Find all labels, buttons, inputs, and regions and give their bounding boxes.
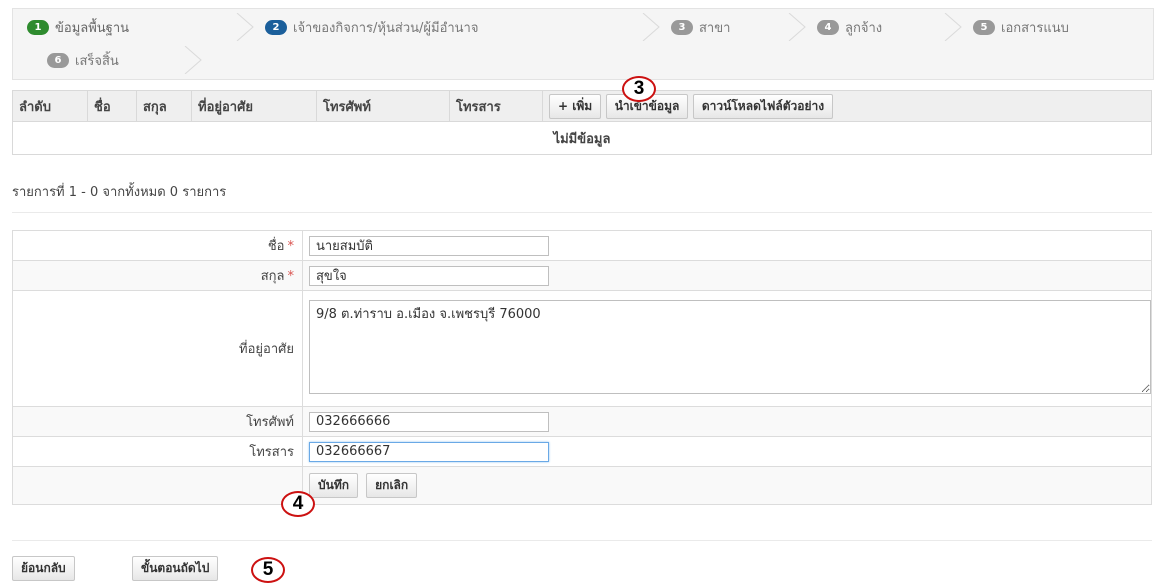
step-chevron-icon: [184, 46, 202, 74]
download-sample-button[interactable]: ดาวน์โหลดไฟล์ตัวอย่าง: [692, 93, 834, 119]
step-branch[interactable]: 3 สาขา: [671, 13, 730, 41]
empty-message: ไม่มีข้อมูล: [12, 121, 1152, 155]
step-2-number: 2: [265, 19, 287, 35]
required-mark: *: [287, 239, 295, 254]
step-5-label: เอกสารแนบ: [1001, 20, 1069, 36]
step-chevron-icon: [944, 13, 962, 41]
col-phone: โทรศัพท์: [316, 90, 450, 122]
form-row-address: ที่อยู่อาศัย 9/8 ต.ท่าราบ อ.เมือง จ.เพชร…: [12, 290, 1152, 407]
required-mark: *: [287, 269, 295, 284]
col-order: ลำดับ: [12, 90, 88, 122]
step-6-label: เสร็จสิ้น: [75, 53, 119, 69]
save-button[interactable]: บันทึก: [309, 473, 358, 498]
fax-field[interactable]: [309, 441, 549, 462]
owners-table: ลำดับ ชื่อ สกุล ที่อยู่อาศัย โทรศัพท์ โท…: [12, 90, 1152, 155]
step-1-label: ข้อมูลพื้นฐาน: [55, 20, 130, 36]
address-label: ที่อยู่อาศัย: [239, 342, 294, 357]
annotation-marker-3: 3: [622, 76, 656, 102]
actions-cell: บันทึก ยกเลิก: [302, 466, 1152, 505]
fax-cell: [302, 436, 1152, 467]
actions-spacer: [12, 466, 303, 505]
col-address: ที่อยู่อาศัย: [191, 90, 317, 122]
first-name-cell: [302, 230, 1152, 261]
step-3-number: 3: [671, 19, 693, 35]
cancel-button[interactable]: ยกเลิก: [366, 473, 418, 498]
add-button[interactable]: + เพิ่ม: [549, 93, 602, 119]
step-attachments[interactable]: 5 เอกสารแนบ: [973, 13, 1069, 41]
form-row-first-name: ชื่อ *: [12, 230, 1152, 261]
phone-cell: [302, 406, 1152, 437]
step-5-number: 5: [973, 19, 995, 35]
owner-form: ชื่อ* สกุล* ที่อยู่อาศัย 9/8 ต.ท่าราบ อ.…: [12, 230, 1152, 505]
pagination-info: รายการที่ 1 - 0 จากทั้งหมด 0 รายการ: [12, 185, 227, 200]
annotation-marker-4: 4: [281, 491, 315, 517]
step-owners[interactable]: 2 เจ้าของกิจการ/หุ้นส่วน/ผู้มีอำนาจ: [265, 13, 478, 41]
step-chevron-icon: [642, 13, 660, 41]
step-2-label: เจ้าของกิจการ/หุ้นส่วน/ผู้มีอำนาจ: [293, 20, 479, 36]
wizard-steps: 1 ข้อมูลพื้นฐาน 2 เจ้าของกิจการ/หุ้นส่วน…: [12, 8, 1154, 80]
last-name-label-cell: สกุล *: [12, 260, 303, 291]
step-employees[interactable]: 4 ลูกจ้าง: [817, 13, 882, 41]
col-name: ชื่อ: [87, 90, 137, 122]
phone-label-cell: โทรศัพท์: [12, 406, 303, 437]
step-4-number: 4: [817, 19, 839, 35]
first-name-field[interactable]: [309, 235, 549, 256]
step-4-label: ลูกจ้าง: [845, 20, 883, 36]
step-finish[interactable]: 6 เสร็จสิ้น: [47, 46, 119, 74]
last-name-field[interactable]: [309, 265, 549, 286]
address-cell: 9/8 ต.ท่าราบ อ.เมือง จ.เพชรบุรี 76000: [302, 290, 1152, 407]
step-chevron-icon: [236, 13, 254, 41]
form-row-last-name: สกุล *: [12, 260, 1152, 291]
first-name-label-cell: ชื่อ *: [12, 230, 303, 261]
address-label-cell: ที่อยู่อาศัย: [12, 290, 303, 407]
table-row: ไม่มีข้อมูล: [12, 121, 1152, 155]
col-surname: สกุล: [136, 90, 192, 122]
divider: [12, 212, 1152, 213]
form-row-actions: บันทึก ยกเลิก: [12, 466, 1152, 505]
last-name-cell: [302, 260, 1152, 291]
form-row-phone: โทรศัพท์: [12, 406, 1152, 437]
step-chevron-icon: [788, 13, 806, 41]
last-name-label: สกุล: [260, 269, 285, 284]
address-textarea[interactable]: 9/8 ต.ท่าราบ อ.เมือง จ.เพชรบุรี 76000: [309, 299, 1151, 394]
form-row-fax: โทรสาร: [12, 436, 1152, 467]
step-basic-info[interactable]: 1 ข้อมูลพื้นฐาน: [27, 13, 129, 41]
step-1-number: 1: [27, 19, 49, 35]
back-button[interactable]: ย้อนกลับ: [12, 556, 75, 581]
step-6-number: 6: [47, 52, 69, 68]
table-header-row: ลำดับ ชื่อ สกุล ที่อยู่อาศัย โทรศัพท์ โท…: [12, 90, 1152, 122]
phone-label: โทรศัพท์: [246, 415, 294, 430]
phone-field[interactable]: [309, 411, 549, 432]
fax-label: โทรสาร: [249, 445, 294, 460]
next-step-button[interactable]: ขั้นตอนถัดไป: [132, 556, 219, 581]
col-fax: โทรสาร: [449, 90, 543, 122]
annotation-marker-5: 5: [251, 557, 285, 583]
step-3-label: สาขา: [699, 20, 731, 36]
first-name-label: ชื่อ: [267, 239, 285, 254]
divider: [12, 540, 1152, 541]
fax-label-cell: โทรสาร: [12, 436, 303, 467]
